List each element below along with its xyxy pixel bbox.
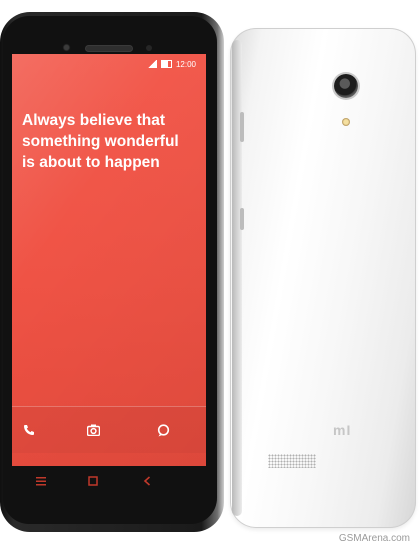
signal-icon [146, 60, 157, 68]
status-bar: 12:00 [146, 57, 196, 71]
home-icon[interactable] [86, 474, 100, 488]
wallpaper-quote: Always believe that something wonderful … [22, 110, 202, 173]
power-button [240, 208, 244, 230]
quote-line: Always believe that [22, 112, 166, 129]
camera-icon[interactable] [86, 423, 100, 437]
quote-line: is about to happen [22, 154, 160, 171]
watermark: GSMArena.com [338, 533, 410, 544]
front-camera-icon [62, 43, 71, 52]
phone-icon[interactable] [22, 423, 36, 437]
flash-icon [342, 118, 350, 126]
rear-camera-icon [334, 74, 358, 98]
product-photo: mI 12:00 Always believe that something w… [0, 0, 420, 550]
back-logo: mI [333, 422, 352, 438]
status-time: 12:00 [175, 59, 196, 69]
proximity-sensor [146, 45, 152, 51]
volume-button [240, 112, 244, 142]
phone-screen: 12:00 Always believe that something wond… [12, 54, 206, 466]
menu-icon[interactable] [34, 474, 48, 488]
chat-icon[interactable] [156, 423, 170, 437]
speaker-grille [268, 454, 316, 468]
battery-icon [160, 60, 172, 68]
phone-back-view [230, 28, 416, 528]
navigation-keys [0, 474, 220, 494]
back-icon[interactable] [140, 474, 154, 488]
earpiece [86, 46, 132, 51]
quote-line: something wonderful [22, 133, 179, 150]
app-dock [12, 406, 206, 453]
